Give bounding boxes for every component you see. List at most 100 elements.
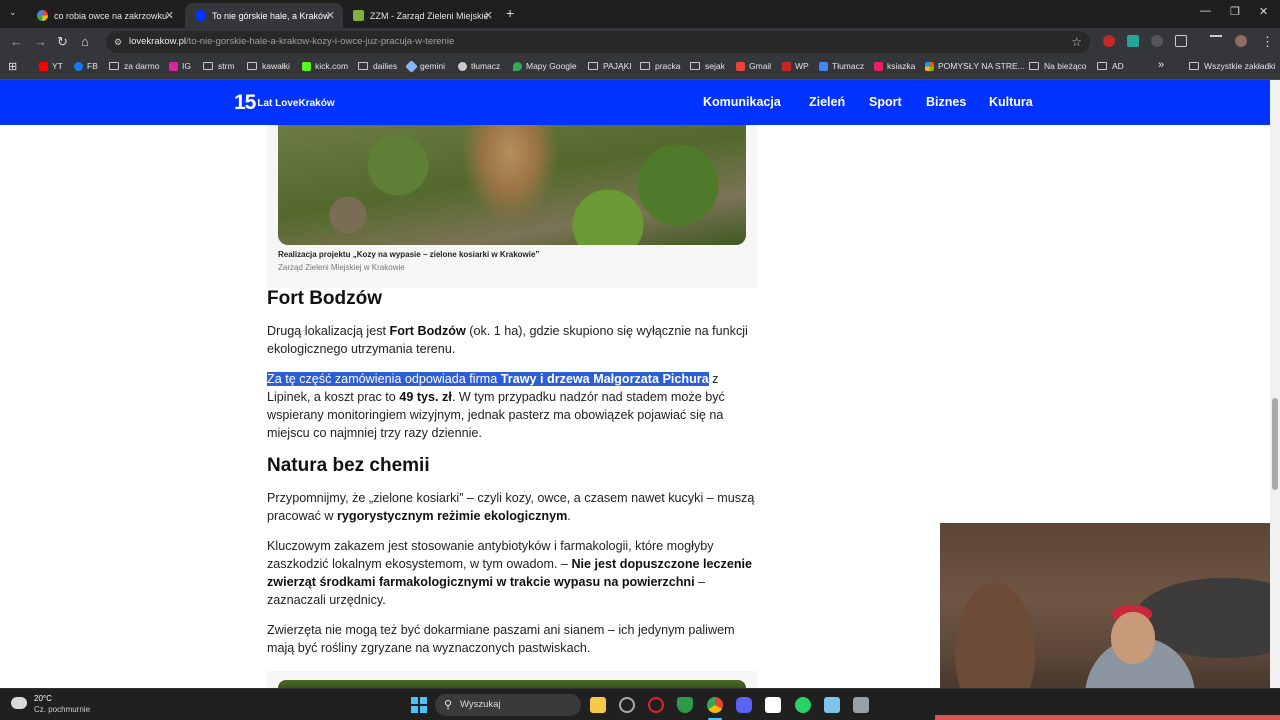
folder-icon (109, 62, 119, 70)
cloud-icon[interactable] (11, 697, 27, 709)
bookmark-tlumacz-2[interactable]: Tłumacz (819, 61, 864, 71)
bookmark-za-darmo[interactable]: za darmo (109, 61, 159, 71)
weather-description[interactable]: Cz. pochmurnie (34, 705, 90, 714)
bookmark-fb[interactable]: FB (74, 61, 98, 71)
close-icon[interactable]: ✕ (484, 9, 493, 22)
discord-icon[interactable] (736, 697, 752, 713)
nav-zielen[interactable]: Zieleń (809, 95, 845, 109)
bookmark-pracka[interactable]: pracka (640, 61, 681, 71)
site-header: 15 Lat LoveKraków Komunikacja Zieleń Spo… (0, 80, 1270, 125)
media-icon[interactable] (1210, 35, 1222, 47)
bookmark-dailies[interactable]: dailies (358, 61, 397, 71)
webcam-frame-bar (935, 715, 1280, 720)
bookmark-wp[interactable]: WP (782, 61, 809, 71)
folder-icon (588, 62, 598, 70)
close-icon[interactable]: ✕ (165, 9, 174, 22)
bookmark-sejak[interactable]: sejak (690, 61, 725, 71)
taskbar-search-input[interactable]: ⚲ Wyszukaj (435, 694, 581, 716)
folder-icon (640, 62, 650, 70)
minimize-icon[interactable]: — (1200, 5, 1211, 17)
nav-kultura[interactable]: Kultura (989, 95, 1033, 109)
sheep-photo[interactable] (278, 125, 746, 245)
paragraph: Zwierzęta nie mogą też być dokarmiane pa… (267, 623, 735, 655)
record-extension-icon[interactable] (1103, 35, 1115, 47)
more-bookmarks-chevron-icon[interactable]: » (1158, 59, 1164, 71)
all-bookmarks[interactable]: Wszystkie zakładki (1189, 61, 1275, 71)
bookmark-strm[interactable]: strm (203, 61, 235, 71)
address-bar-row: ← → ↻ ⌂ ⚙ lovekrakow.pl/to-nie-gorskie-h… (0, 28, 1280, 56)
new-tab-icon[interactable]: + (506, 5, 514, 21)
close-icon[interactable]: ✕ (326, 9, 335, 22)
nav-sport[interactable]: Sport (869, 95, 902, 109)
site-info-icon[interactable]: ⚙ (114, 31, 122, 53)
wp-icon (782, 61, 791, 71)
app-icon[interactable] (765, 697, 781, 713)
nav-komunikacja[interactable]: Komunikacja (703, 95, 781, 109)
file-explorer-icon[interactable] (590, 697, 606, 713)
bookmark-star-icon[interactable]: ☆ (1071, 31, 1082, 53)
tab-search-icon[interactable]: ⌄ (9, 7, 17, 18)
bookmark-ad[interactable]: AD (1097, 61, 1124, 71)
selected-text[interactable]: Za tę część zamówienia odpowiada firma T… (267, 372, 709, 386)
grid-icon (874, 61, 883, 71)
reload-icon[interactable]: ↻ (57, 34, 68, 50)
bookmark-ksiazka[interactable]: ksiazka (874, 61, 915, 71)
weather-temperature[interactable]: 20°C (34, 694, 52, 703)
folder-icon (247, 62, 257, 70)
forward-icon[interactable]: → (34, 34, 47, 49)
microsoft-icon (925, 61, 934, 71)
browser-tab-strip: ⌄ co robia owce na zakrzowku - S ✕ To ni… (0, 0, 1280, 28)
extension-icon[interactable] (1151, 35, 1163, 47)
paragraph: Kluczowym zakazem jest stosowanie antybi… (267, 539, 753, 607)
bookmark-na-biezaco[interactable]: Na bieżąco (1029, 61, 1087, 71)
tab-3[interactable]: ZZM - Zarząd Zieleni Miejskiej w ✕ (343, 3, 501, 28)
url-input[interactable]: ⚙ lovekrakow.pl/to-nie-gorskie-hale-a-kr… (106, 31, 1090, 53)
chrome-icon[interactable] (707, 697, 723, 713)
scrollbar-thumb[interactable] (1272, 398, 1278, 490)
whatsapp-icon[interactable] (795, 697, 811, 713)
folder-icon (1097, 62, 1107, 70)
bookmark-mapy-google[interactable]: Mapy Google (513, 61, 577, 71)
bookmark-kick[interactable]: kick.com (302, 61, 348, 71)
section-heading-natura: Natura bez chemii (267, 455, 430, 476)
windows-start-icon[interactable] (411, 697, 427, 713)
bookmark-gemini[interactable]: gemini (405, 59, 445, 73)
page-scrollbar[interactable] (1270, 80, 1280, 688)
tab-2[interactable]: To nie górskie hale, a Kraków! K ✕ (185, 3, 343, 28)
site-logo[interactable]: 15 Lat LoveKraków (234, 91, 335, 115)
puzzle-icon[interactable] (1175, 35, 1187, 47)
paragraph-selected: Za tę część zamówienia odpowiada firma T… (267, 372, 725, 440)
bookmarks-bar: ⊞ YT FB za darmo IG strm kawałki kick.co… (0, 56, 1280, 80)
youtube-icon (39, 61, 48, 71)
zzm-icon (353, 10, 364, 21)
tab-1[interactable]: co robia owce na zakrzowku - S ✕ (27, 3, 182, 28)
folder-icon (203, 62, 213, 70)
shield-icon[interactable] (677, 697, 693, 713)
bookmark-pajaki[interactable]: PAJĄKI (588, 61, 632, 71)
bookmark-kawalki[interactable]: kawałki (247, 61, 290, 71)
maximize-icon[interactable]: ❐ (1230, 5, 1240, 18)
menu-icon[interactable]: ⋮ (1261, 34, 1274, 50)
apps-icon[interactable]: ⊞ (8, 60, 17, 73)
bookmark-yt[interactable]: YT (39, 61, 63, 71)
calculator-icon[interactable] (853, 697, 869, 713)
article-photo[interactable] (278, 680, 746, 688)
app-icon[interactable] (619, 697, 635, 713)
bookmark-pomysly[interactable]: POMYSŁY NA STRE... (925, 61, 1025, 71)
bookmark-ig[interactable]: IG (169, 61, 191, 71)
folder-icon (690, 62, 700, 70)
home-icon[interactable]: ⌂ (81, 34, 89, 49)
gmail-icon (736, 61, 745, 71)
tab-title: co robia owce na zakrzowku - S (54, 10, 172, 21)
logo-text: Lat LoveKraków (257, 97, 335, 109)
nav-biznes[interactable]: Biznes (926, 95, 966, 109)
translate-icon (458, 61, 467, 71)
close-window-icon[interactable]: ✕ (1259, 5, 1268, 18)
bookmark-gmail[interactable]: Gmail (736, 61, 771, 71)
avatar[interactable] (1235, 35, 1247, 47)
notepad-icon[interactable] (824, 697, 840, 713)
opera-icon[interactable] (648, 697, 664, 713)
back-icon[interactable]: ← (10, 34, 23, 49)
bookmark-tlumacz[interactable]: tłumacz (458, 61, 500, 71)
extension-icon[interactable] (1127, 35, 1139, 47)
